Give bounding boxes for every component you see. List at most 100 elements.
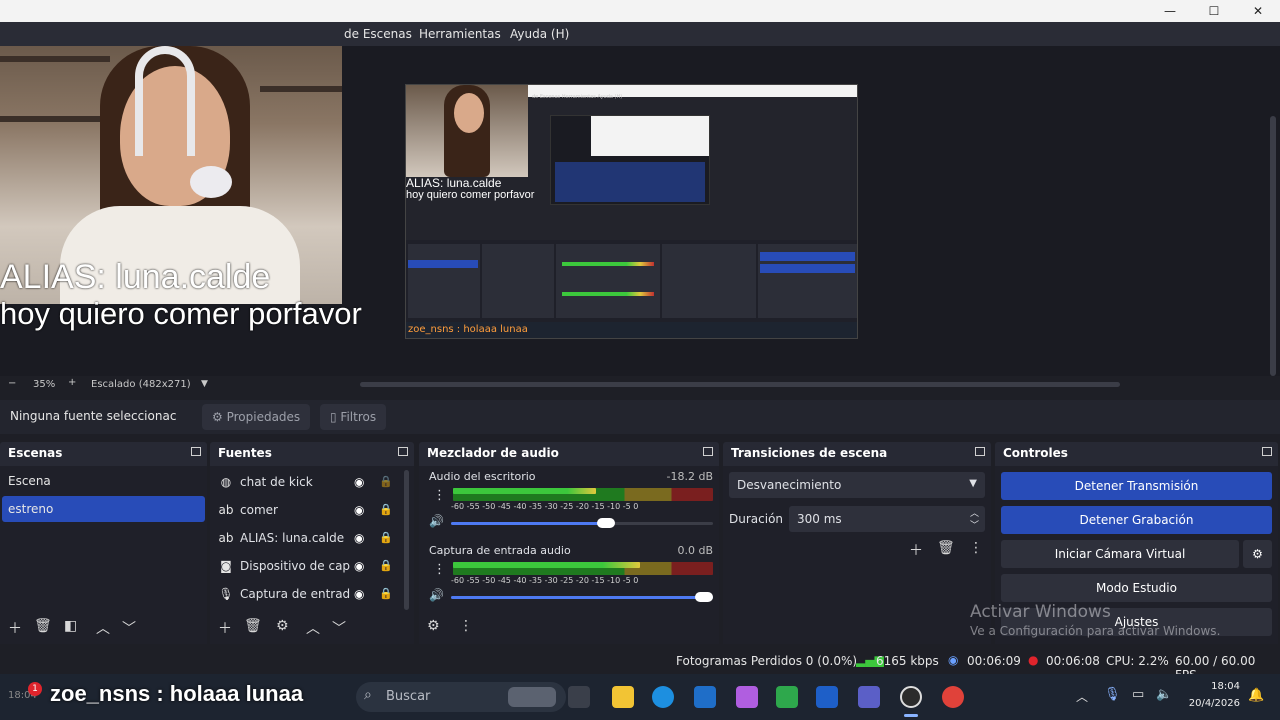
channel-menu-icon[interactable]: ⋮ <box>433 562 446 577</box>
teams-icon[interactable] <box>858 686 880 708</box>
lock-icon[interactable]: 🔒 <box>379 587 393 600</box>
gear-icon[interactable]: ⚙ <box>276 618 289 634</box>
filters-button[interactable]: ▯ Filtros <box>320 404 387 430</box>
nested-message-text: hoy quiero comer porfavor <box>406 189 535 201</box>
gear-icon[interactable]: ⚙ <box>427 618 440 634</box>
chrome-icon[interactable] <box>942 686 964 708</box>
scene-item-selected[interactable]: estreno <box>2 496 205 522</box>
duration-value: 300 ms <box>797 512 842 526</box>
sources-scrollbar[interactable] <box>404 470 409 610</box>
active-app-indicator <box>904 714 918 717</box>
background-shelf <box>260 86 342 92</box>
nested-stop-stream <box>760 252 855 261</box>
undock-icon[interactable] <box>1262 447 1272 456</box>
volume-icon[interactable]: 🔈 <box>1156 687 1172 702</box>
menu-scene-collection[interactable]: de Escenas <box>344 22 412 46</box>
preview-vertical-scrollbar[interactable] <box>1270 116 1276 376</box>
nested-dock-sources <box>482 244 554 318</box>
eye-icon[interactable]: ◉ <box>354 503 364 517</box>
outlook-icon[interactable] <box>816 686 838 708</box>
move-up-icon[interactable]: ︿ <box>96 618 110 638</box>
speaker-icon[interactable]: 🔊 <box>429 588 444 602</box>
taskbar-search[interactable]: ⌕ Buscar <box>356 682 566 712</box>
clock-date[interactable]: 20/4/2026 <box>1172 698 1240 709</box>
source-item[interactable]: ab comer ◉ 🔒 <box>210 496 400 524</box>
search-icon: ⌕ <box>364 687 372 703</box>
add-icon[interactable]: ＋ <box>909 540 923 560</box>
network-icon[interactable]: ▭ <box>1132 687 1144 702</box>
trash-icon[interactable]: 🗑 <box>244 618 262 634</box>
add-icon[interactable]: ＋ <box>8 618 22 638</box>
zoom-out-button[interactable]: − <box>8 378 16 389</box>
channel-menu-icon[interactable]: ⋮ <box>433 488 446 503</box>
menu-bar: de Escenas Herramientas Ayuda (H) <box>0 22 1280 46</box>
edge-icon[interactable] <box>652 686 674 708</box>
more-options-icon[interactable]: ⋮ <box>459 618 473 634</box>
trash-icon[interactable]: 🗑 <box>34 618 52 634</box>
zoom-in-button[interactable]: + <box>68 377 76 388</box>
undock-icon[interactable] <box>191 447 201 456</box>
menu-help[interactable]: Ayuda (H) <box>510 22 569 46</box>
bitrate: 6165 kbps <box>876 654 939 668</box>
eye-icon[interactable]: ◉ <box>354 559 364 573</box>
eye-icon[interactable]: ◉ <box>354 587 364 601</box>
mixer-title: Mezclador de audio <box>427 446 559 460</box>
duration-input[interactable]: 300 ms ︿ ﹀ <box>789 506 985 532</box>
move-down-icon[interactable]: ﹀ <box>332 618 346 638</box>
trash-icon[interactable]: 🗑 <box>937 540 955 556</box>
transition-select[interactable]: Desvanecimiento ▼ <box>729 472 985 498</box>
office-icon[interactable] <box>776 686 798 708</box>
menu-tools[interactable]: Herramientas <box>419 22 501 46</box>
no-source-selected-label: Ninguna fuente seleccionac <box>10 409 177 423</box>
eye-icon[interactable]: ◉ <box>354 531 364 545</box>
lock-icon[interactable]: 🔒 <box>379 503 393 516</box>
source-item[interactable]: ◍ chat de kick ◉ 🔒 <box>210 468 400 496</box>
alias-overlay-text: ALIAS: luna.calde <box>0 258 271 296</box>
properties-button[interactable]: ⚙ Propiedades <box>202 404 311 430</box>
more-options-icon[interactable]: ⋮ <box>969 540 983 556</box>
preview-canvas[interactable]: de Escenas Herramientas Ayuda (H) ALIAS:… <box>0 46 1280 376</box>
start-virtual-camera-button[interactable]: Iniciar Cámara Virtual <box>1001 540 1239 568</box>
lock-icon[interactable]: 🔒 <box>379 559 393 572</box>
studio-mode-button[interactable]: Modo Estudio <box>1001 574 1272 602</box>
file-explorer-icon[interactable] <box>612 686 634 708</box>
scene-item[interactable]: Escena <box>2 468 205 494</box>
close-button[interactable]: ✕ <box>1236 0 1280 22</box>
chevron-up-icon[interactable]: ︿ <box>1076 688 1088 705</box>
meter-scale: -60 -55 -50 -45 -40 -35 -30 -25 -20 -15 … <box>451 576 639 585</box>
store-icon[interactable] <box>694 686 716 708</box>
scale-dropdown-icon[interactable]: ▼ <box>201 379 208 389</box>
obs-icon[interactable] <box>900 686 922 708</box>
lock-icon[interactable]: 🔒 <box>379 531 393 544</box>
source-item[interactable]: ◙ Dispositivo de capt ◉ 🔒 <box>210 552 400 580</box>
camera-icon: ◙ <box>220 559 232 573</box>
task-view-icon[interactable] <box>568 686 590 708</box>
source-item[interactable]: ab ALIAS: luna.calde ◉ 🔒 <box>210 524 400 552</box>
notifications-icon[interactable]: 🔔 <box>1248 688 1264 703</box>
undock-icon[interactable] <box>975 447 985 456</box>
lock-icon[interactable]: 🔒 <box>379 475 393 488</box>
stop-recording-button[interactable]: Detener Grabación <box>1001 506 1272 534</box>
stepper-down-icon[interactable]: ﹀ <box>970 518 979 531</box>
microphone-icon[interactable]: 🎙 <box>1104 687 1121 702</box>
undock-icon[interactable] <box>703 447 713 456</box>
clock-time[interactable]: 18:04 <box>1188 681 1240 692</box>
volume-slider-fill <box>451 596 713 599</box>
volume-slider-knob[interactable] <box>695 592 713 602</box>
channel-db: 0.0 dB <box>677 544 713 557</box>
virtual-camera-settings-button[interactable]: ⚙ <box>1243 540 1272 568</box>
eye-icon[interactable]: ◉ <box>354 475 364 489</box>
add-icon[interactable]: ＋ <box>218 618 232 638</box>
volume-slider-knob[interactable] <box>597 518 615 528</box>
source-item[interactable]: 🎙 Captura de entrada ◉ 🔒 <box>210 580 400 608</box>
maximize-button[interactable]: ☐ <box>1192 0 1236 22</box>
preview-horizontal-scrollbar[interactable] <box>360 382 1120 387</box>
stop-streaming-button[interactable]: Detener Transmisión <box>1001 472 1272 500</box>
move-down-icon[interactable]: ﹀ <box>122 618 136 638</box>
undock-icon[interactable] <box>398 447 408 456</box>
copilot-icon[interactable] <box>736 686 758 708</box>
move-up-icon[interactable]: ︿ <box>306 618 320 638</box>
filter-icon[interactable]: ◧ <box>64 618 77 634</box>
minimize-button[interactable]: — <box>1148 0 1192 22</box>
speaker-icon[interactable]: 🔊 <box>429 514 444 528</box>
